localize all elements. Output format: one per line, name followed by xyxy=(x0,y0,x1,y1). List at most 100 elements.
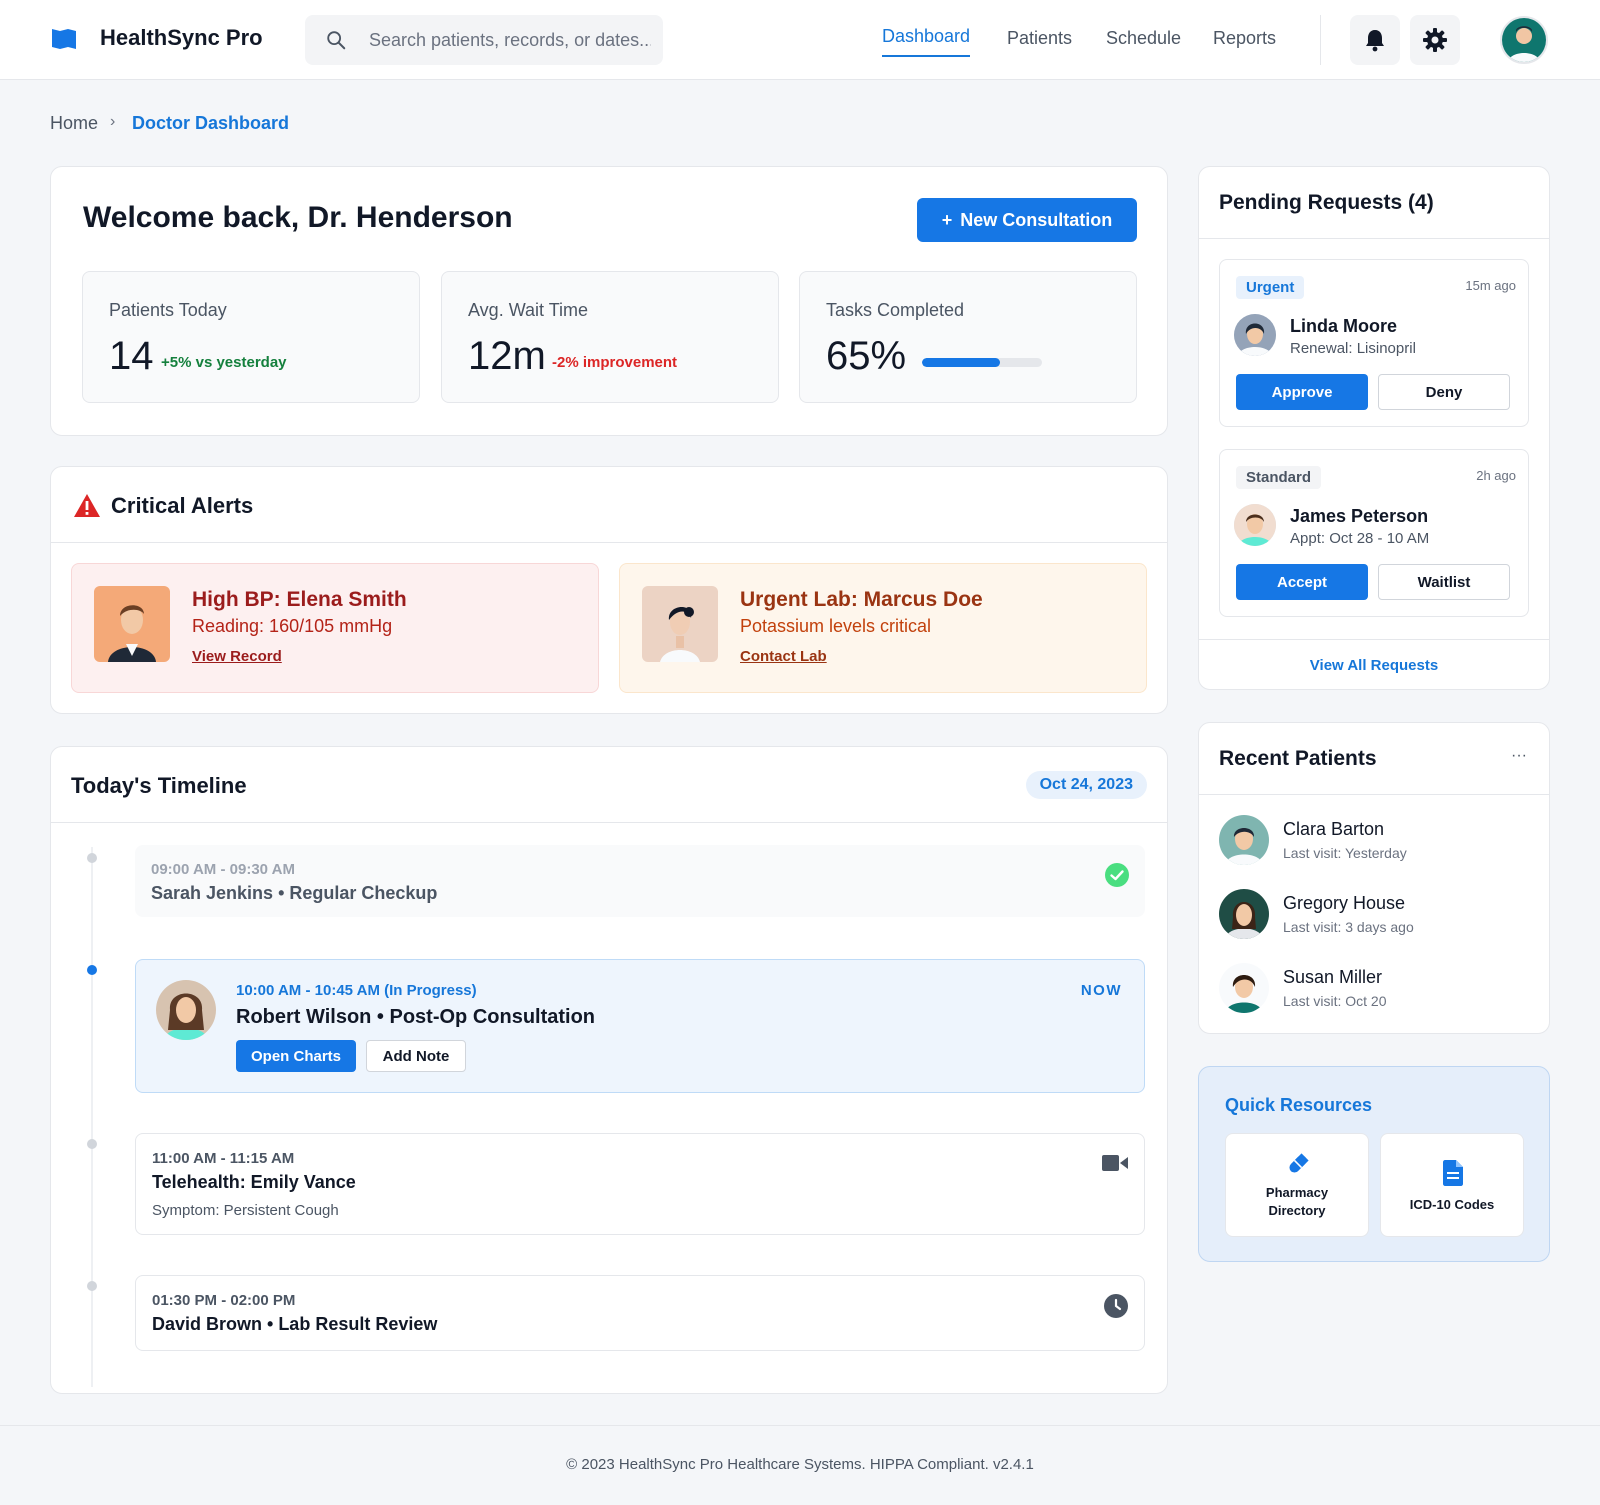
patient-name: Gregory House xyxy=(1283,893,1406,913)
stat-delta: +5% vs yesterday xyxy=(161,354,287,371)
clock-icon xyxy=(1104,1294,1128,1318)
stat-avg-wait: Avg. Wait Time 12m -2% improvement xyxy=(441,271,779,403)
notifications-button[interactable] xyxy=(1350,15,1400,65)
search-bar[interactable] xyxy=(305,15,663,65)
patient-photo xyxy=(94,586,170,662)
divider xyxy=(1199,639,1549,640)
last-visit: Last visit: Oct 20 xyxy=(1283,993,1387,1009)
alert-title: Urgent Lab: Marcus Doe xyxy=(740,588,983,611)
alerts-title: Critical Alerts xyxy=(111,493,254,518)
recent-title: Recent Patients xyxy=(1219,747,1377,770)
welcome-card: Welcome back, Dr. Henderson + New Consult… xyxy=(50,166,1168,436)
standard-badge: Standard xyxy=(1236,466,1322,489)
stat-value: 14 xyxy=(109,334,154,378)
view-all-requests-link[interactable]: View All Requests xyxy=(1199,657,1549,674)
requests-header: Pending Requests (4) xyxy=(1199,167,1549,239)
timeline-title-text: Sarah Jenkins • Regular Checkup xyxy=(151,883,438,903)
icd10-codes-tile[interactable]: ICD-10 Codes xyxy=(1380,1133,1524,1237)
urgent-badge: Urgent xyxy=(1236,276,1305,299)
critical-alerts-card: Critical Alerts High BP: Elena Smith Rea… xyxy=(50,466,1168,714)
more-options-icon[interactable]: ··· xyxy=(1511,747,1527,765)
resource-label-line2: Directory xyxy=(1268,1203,1326,1218)
timeline-item-active[interactable]: 10:00 AM - 10:45 AM (In Progress) NOW Ro… xyxy=(135,959,1145,1093)
nav-patients[interactable]: Patients xyxy=(1007,28,1072,49)
alert-subtitle: Reading: 160/105 mmHg xyxy=(192,616,393,636)
open-charts-button[interactable]: Open Charts xyxy=(236,1040,356,1072)
patient-avatar xyxy=(1234,504,1276,546)
timeline-item[interactable]: 09:00 AM - 09:30 AM Sarah Jenkins • Regu… xyxy=(135,845,1145,917)
approve-button[interactable]: Approve xyxy=(1236,374,1368,410)
timeline-dot-active xyxy=(87,965,97,975)
patient-avatar xyxy=(1219,889,1269,939)
bell-icon xyxy=(1366,30,1384,52)
nav-reports[interactable]: Reports xyxy=(1213,28,1276,49)
recent-patient-row[interactable]: Susan Miller Last visit: Oct 20 xyxy=(1219,963,1529,1017)
timeline-title-text: Telehealth: Emily Vance xyxy=(152,1172,356,1192)
contact-lab-link[interactable]: Contact Lab xyxy=(740,648,827,665)
timeline-item[interactable]: 11:00 AM - 11:15 AM Telehealth: Emily Va… xyxy=(135,1133,1145,1235)
alert-title: High BP: Elena Smith xyxy=(192,588,407,611)
resources-title: Quick Resources xyxy=(1225,1095,1373,1115)
plus-icon: + xyxy=(941,209,953,230)
patient-avatar xyxy=(1219,815,1269,865)
timeline-title-text: David Brown • Lab Result Review xyxy=(152,1314,438,1334)
footer: © 2023 HealthSync Pro Healthcare Systems… xyxy=(0,1425,1600,1505)
recent-header: Recent Patients ··· xyxy=(1199,723,1549,795)
timeline-card: Today's Timeline Oct 24, 2023 09:00 AM -… xyxy=(50,746,1168,1394)
patient-name: Susan Miller xyxy=(1283,967,1383,987)
view-record-link[interactable]: View Record xyxy=(192,648,282,665)
request-detail: Renewal: Lisinopril xyxy=(1290,340,1416,357)
request-time: 15m ago xyxy=(1465,278,1516,293)
tasks-progress-bar xyxy=(922,358,1042,367)
timeline-date-badge: Oct 24, 2023 xyxy=(1025,771,1147,799)
breadcrumb-home[interactable]: Home xyxy=(50,113,98,134)
user-avatar[interactable] xyxy=(1500,16,1548,64)
timeline-dot xyxy=(87,853,97,863)
logo-icon xyxy=(52,29,76,49)
request-detail: Appt: Oct 28 - 10 AM xyxy=(1290,530,1430,547)
accept-button[interactable]: Accept xyxy=(1236,564,1368,600)
stat-label: Patients Today xyxy=(109,300,227,320)
new-consultation-button[interactable]: + New Consultation xyxy=(917,198,1137,242)
timeline-dot xyxy=(87,1281,97,1291)
stat-value: 65% xyxy=(826,334,907,378)
new-consultation-label: New Consultation xyxy=(960,209,1113,230)
alert-item: High BP: Elena Smith Reading: 160/105 mm… xyxy=(71,563,599,693)
recent-patient-row[interactable]: Clara Barton Last visit: Yesterday xyxy=(1219,815,1529,869)
request-item: Urgent 15m ago Linda Moore Renewal: Lisi… xyxy=(1219,259,1529,427)
search-input[interactable] xyxy=(369,28,651,52)
request-item: Standard 2h ago James Peterson Appt: Oct… xyxy=(1219,449,1529,617)
alerts-header: Critical Alerts xyxy=(51,467,1167,543)
recent-patient-row[interactable]: Gregory House Last visit: 3 days ago xyxy=(1219,889,1529,943)
top-navbar: HealthSync Pro Dashboard Patients Schedu… xyxy=(0,0,1600,80)
footer-text: © 2023 HealthSync Pro Healthcare Systems… xyxy=(566,1456,1034,1473)
warning-icon xyxy=(74,494,100,517)
nav-dashboard[interactable]: Dashboard xyxy=(882,26,971,57)
recent-patients-card: Recent Patients ··· Clara Barton Last vi… xyxy=(1198,722,1550,1034)
quick-resources-card: Quick Resources Pharmacy Directory ICD-1… xyxy=(1198,1066,1550,1262)
header-divider xyxy=(1320,15,1321,65)
deny-button[interactable]: Deny xyxy=(1378,374,1510,410)
add-note-button[interactable]: Add Note xyxy=(366,1040,466,1072)
stat-label: Tasks Completed xyxy=(826,300,965,320)
timeline-item[interactable]: 01:30 PM - 02:00 PM David Brown • Lab Re… xyxy=(135,1275,1145,1351)
waitlist-button[interactable]: Waitlist xyxy=(1378,564,1510,600)
patient-photo xyxy=(642,586,718,662)
stat-delta: -2% improvement xyxy=(552,354,678,371)
gear-icon xyxy=(1423,28,1447,52)
timeline-time: 11:00 AM - 11:15 AM xyxy=(152,1150,295,1167)
patient-avatar xyxy=(1219,963,1269,1013)
stat-tasks-completed: Tasks Completed 65% xyxy=(799,271,1137,403)
welcome-title: Welcome back, Dr. Henderson xyxy=(83,201,513,234)
pharmacy-directory-tile[interactable]: Pharmacy Directory xyxy=(1225,1133,1369,1237)
timeline-time: 10:00 AM - 10:45 AM (In Progress) xyxy=(236,982,477,999)
breadcrumb-separator: › xyxy=(110,113,116,130)
timeline-time: 01:30 PM - 02:00 PM xyxy=(152,1292,296,1309)
nav-schedule[interactable]: Schedule xyxy=(1106,28,1181,49)
tasks-progress-fill xyxy=(922,358,1000,367)
request-name: Linda Moore xyxy=(1290,316,1397,336)
pill-icon xyxy=(1289,1153,1309,1173)
settings-button[interactable] xyxy=(1410,15,1460,65)
timeline-line xyxy=(91,847,93,1387)
resource-label-line1: ICD-10 Codes xyxy=(1409,1197,1495,1212)
